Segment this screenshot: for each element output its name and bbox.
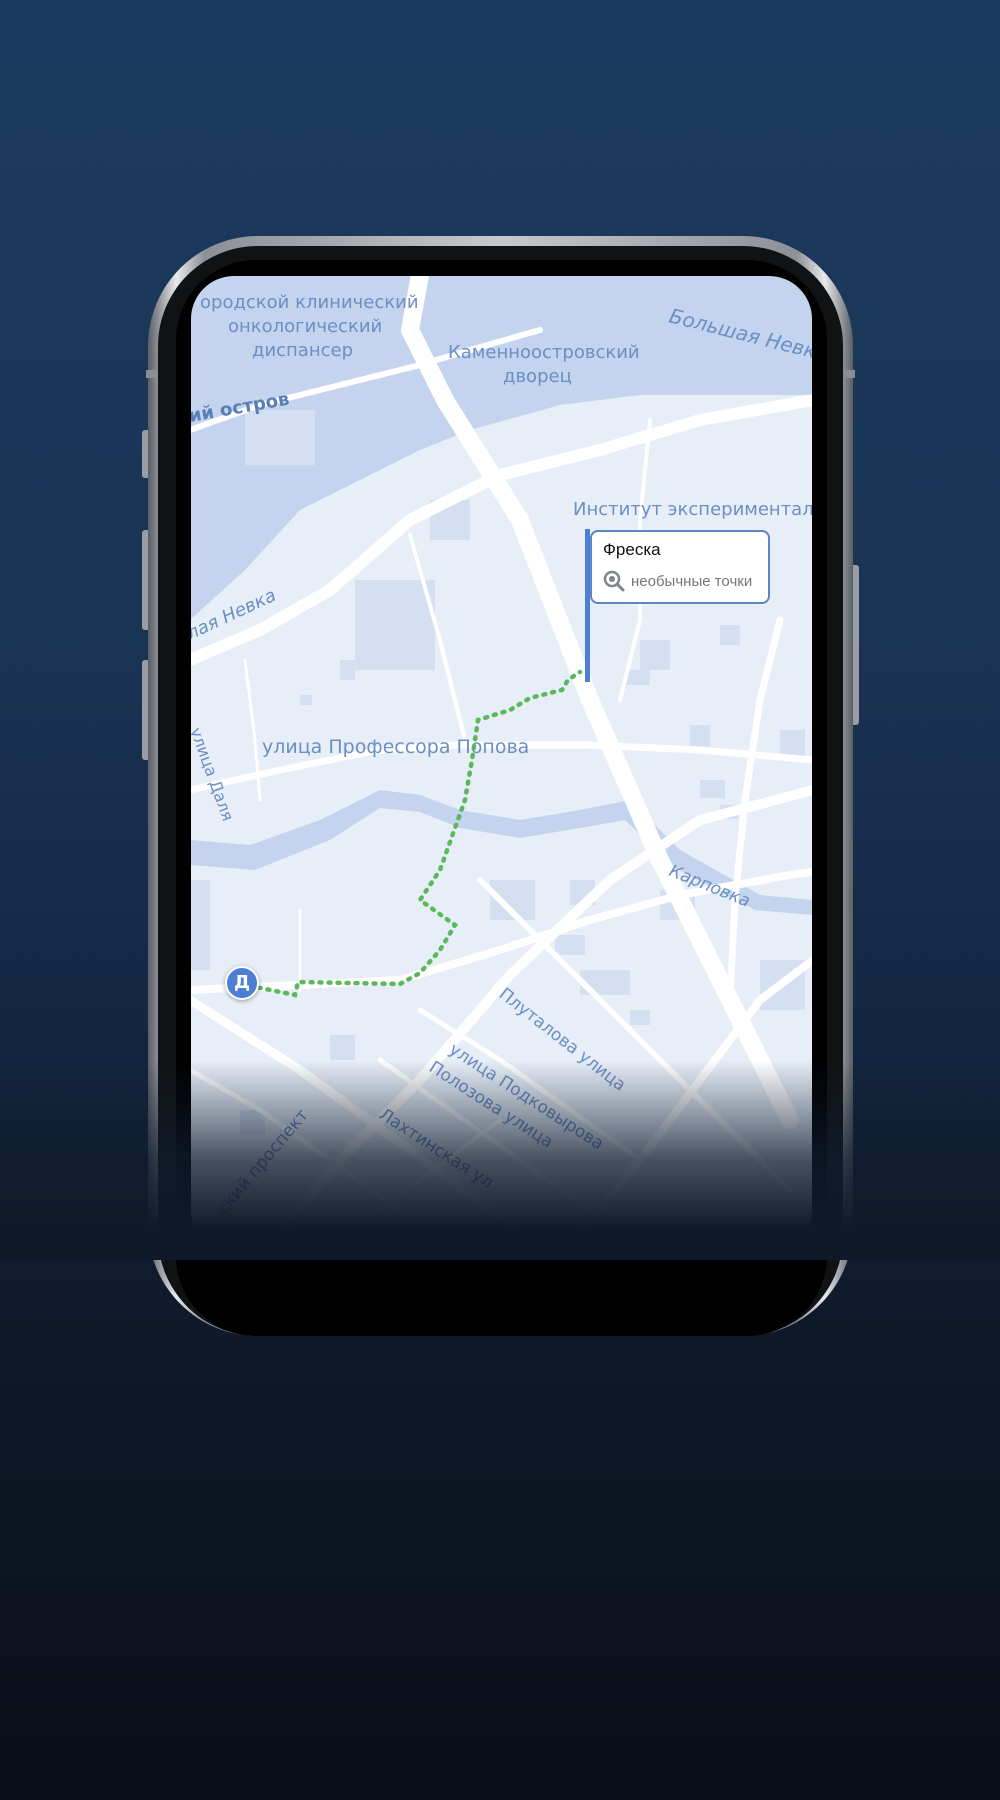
label-prof-popova: улица Профессора Попова bbox=[262, 736, 529, 758]
label-palace-1: Каменноостровский bbox=[448, 342, 640, 363]
phone-mockup: ородской клинический онкологический дисп… bbox=[142, 236, 859, 1336]
page-background: ородской клинический онкологический дисп… bbox=[0, 0, 1000, 1800]
poi-category: необычные точки bbox=[631, 573, 753, 590]
label-institute: Институт экспериментальн bbox=[573, 499, 836, 520]
map-screen[interactable]: ородской клинический онкологический дисп… bbox=[182, 275, 836, 1255]
label-oncology-3: диспансер bbox=[252, 340, 353, 361]
poi-callout[interactable]: Фреска необычные точки bbox=[590, 530, 770, 604]
label-palace-2: дворец bbox=[503, 366, 572, 387]
poi-title: Фреска bbox=[603, 540, 661, 559]
label-oncology-2: онкологический bbox=[228, 316, 382, 337]
start-marker[interactable]: Д bbox=[225, 966, 259, 1000]
label-oncology-1: ородской клинический bbox=[200, 292, 419, 313]
magnifier-icon bbox=[603, 570, 625, 592]
